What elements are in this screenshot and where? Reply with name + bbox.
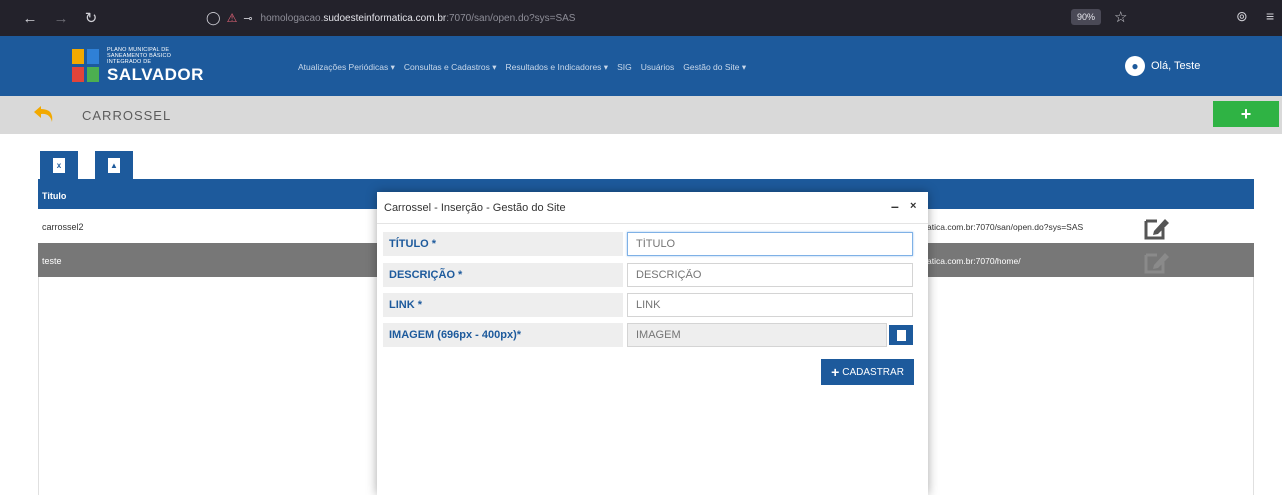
bookmark-star-icon[interactable]: ☆	[1114, 8, 1127, 26]
cadastrar-label: CADASTRAR	[842, 366, 904, 378]
minimize-icon[interactable]: –	[891, 198, 899, 214]
form-row-descricao: DESCRIÇÃO *	[383, 263, 914, 287]
back-arrow-icon[interactable]: ←	[19, 7, 41, 29]
zoom-level[interactable]: 90%	[1071, 9, 1102, 25]
main-menu: Atualizações Periódicas ▾ Consultas e Ca…	[298, 62, 746, 73]
export-excel-button[interactable]: x	[40, 151, 78, 179]
pocket-icon[interactable]: ⊚	[1236, 8, 1248, 25]
edit-icon[interactable]	[1143, 249, 1171, 275]
menu-item-consultas[interactable]: Consultas e Cadastros ▾	[404, 62, 497, 73]
insert-modal: Carrossel - Inserção - Gestão do Site – …	[377, 192, 928, 495]
menu-item-usuarios[interactable]: Usuários	[641, 62, 675, 73]
forward-arrow-icon[interactable]: →	[50, 7, 72, 29]
cell-title: carrossel2	[42, 222, 84, 232]
edit-icon[interactable]	[1143, 215, 1171, 241]
page-title-bar: CARROSSEL	[0, 96, 1282, 134]
logo[interactable]: Plano Municipal de Saneamento Básico Int…	[72, 47, 204, 83]
reload-icon[interactable]: ↻	[80, 7, 102, 29]
add-button[interactable]: +	[1213, 101, 1279, 127]
cadastrar-button[interactable]: + CADASTRAR	[821, 359, 914, 385]
lock-warning-icon: ⚠	[226, 11, 238, 25]
plus-icon: +	[831, 364, 840, 380]
link-label: LINK *	[383, 293, 623, 317]
imagem-label: IMAGEM (696px - 400px)*	[383, 323, 623, 347]
modal-title: Carrossel - Inserção - Gestão do Site	[384, 202, 566, 214]
export-pdf-button[interactable]: ▲	[95, 151, 133, 179]
file-upload-icon	[896, 329, 906, 341]
link-input[interactable]	[627, 293, 913, 317]
address-bar[interactable]: ◯ ⚠ ⊸ homologacao.sudoesteinformatica.co…	[206, 4, 1144, 32]
imagem-input[interactable]	[627, 323, 887, 347]
app-header: Plano Municipal de Saneamento Básico Int…	[0, 36, 1282, 96]
menu-item-gestao-site[interactable]: Gestão do Site ▾	[683, 62, 746, 73]
key-icon: ⊸	[243, 12, 253, 25]
descricao-label: DESCRIÇÃO *	[383, 263, 623, 287]
titulo-input[interactable]	[627, 232, 913, 256]
logo-text: Plano Municipal de Saneamento Básico Int…	[107, 47, 204, 84]
descricao-input[interactable]	[627, 263, 913, 287]
excel-file-icon: x	[53, 157, 65, 173]
close-icon[interactable]: ×	[910, 200, 916, 212]
cell-title: teste	[42, 256, 62, 266]
modal-header: Carrossel - Inserção - Gestão do Site – …	[377, 192, 928, 224]
column-header-title[interactable]: Titulo	[42, 191, 66, 201]
undo-arrow-icon[interactable]	[32, 103, 58, 125]
form-row-imagem: IMAGEM (696px - 400px)*	[383, 323, 914, 347]
url-text: homologacao.sudoesteinformatica.com.br:7…	[260, 12, 576, 24]
form-row-link: LINK *	[383, 293, 914, 317]
titulo-label: TÍTULO *	[383, 232, 623, 256]
menu-item-sig[interactable]: SIG	[617, 62, 632, 73]
pdf-file-icon: ▲	[108, 157, 120, 173]
file-upload-button[interactable]	[889, 325, 913, 345]
logo-mark	[72, 48, 99, 82]
menu-icon[interactable]: ≡	[1266, 8, 1274, 24]
browser-toolbar: ← → ↻ ◯ ⚠ ⊸ homologacao.sudoesteinformat…	[0, 0, 1282, 36]
user-avatar-icon: ●	[1125, 56, 1145, 76]
cell-link: atica.com.br:7070/home/	[927, 256, 1021, 266]
form-row-titulo: TÍTULO *	[383, 232, 914, 256]
shield-icon: ◯	[206, 10, 221, 25]
user-menu[interactable]: ● Olá, Teste	[1125, 56, 1200, 76]
menu-item-resultados[interactable]: Resultados e Indicadores ▾	[506, 62, 609, 73]
cell-link: atica.com.br:7070/san/open.do?sys=SAS	[927, 222, 1084, 232]
menu-item-atualizacoes[interactable]: Atualizações Periódicas ▾	[298, 62, 395, 73]
user-greeting: Olá, Teste	[1151, 60, 1201, 72]
page-title: CARROSSEL	[82, 108, 172, 123]
